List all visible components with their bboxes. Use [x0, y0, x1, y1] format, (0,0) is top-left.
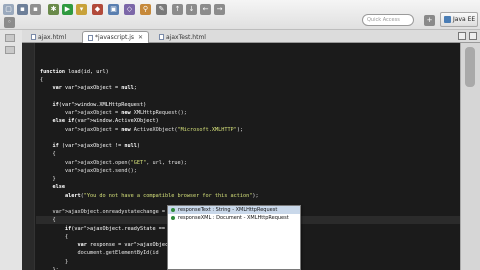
html-file-icon [159, 34, 164, 40]
code-line[interactable]: function load(id, url) [40, 68, 460, 76]
tab-ajaxtest-html[interactable]: ajaxTest.html [154, 31, 211, 43]
code-line[interactable]: var">ajaxObject.open("GET", url, true); [40, 159, 460, 167]
forward-icon[interactable]: → [214, 4, 225, 15]
run-config-icon[interactable]: ▾ [76, 4, 87, 15]
js-file-icon [88, 34, 93, 41]
code-line[interactable]: var">ajaxObject = new XMLHttpRequest(); [40, 109, 460, 117]
tab-label: *javascript.js [95, 34, 134, 41]
editor-tab-bar: ajax.html *javascript.js ✕ ajaxTest.html [22, 30, 480, 43]
tab-javascript-js[interactable]: *javascript.js ✕ [82, 31, 150, 43]
toggle-mark-icon[interactable]: ✎ [156, 4, 167, 15]
code-line[interactable]: var">ajaxObject = new ActiveXObject("Mic… [40, 126, 460, 134]
code-line[interactable]: else if(var">window.ActiveXObject) [40, 117, 460, 125]
new-project-icon[interactable]: ▣ [108, 4, 119, 15]
open-type-icon[interactable]: ◇ [124, 4, 135, 15]
minimize-icon[interactable] [458, 32, 466, 40]
autocomplete-popup[interactable]: responseText : String - XMLHttpRequest r… [167, 205, 301, 270]
autocomplete-label: responseText : String - XMLHttpRequest [178, 207, 278, 213]
scrollbar-thumb[interactable] [465, 47, 475, 87]
run-icon[interactable]: ▶ [62, 4, 73, 15]
perspective-label: Java EE [453, 16, 476, 23]
new-file-icon[interactable]: ▢ [3, 4, 14, 15]
minimized-views-strip [0, 30, 22, 270]
search-icon[interactable]: ⚲ [140, 4, 151, 15]
save-icon[interactable]: ▪ [17, 4, 28, 15]
code-line[interactable]: } [40, 175, 460, 183]
autocomplete-item[interactable]: responseText : String - XMLHttpRequest [168, 206, 300, 214]
tab-label: ajax.html [38, 33, 67, 41]
code-line[interactable]: { [40, 76, 460, 84]
tab-ajax-html[interactable]: ajax.html [26, 31, 71, 43]
code-line[interactable]: if(var">window.XMLHttpRequest) [40, 101, 460, 109]
code-line[interactable]: var var">ajaxObject = null; [40, 84, 460, 92]
java-ee-perspective-icon [444, 16, 451, 23]
main-toolbar: ▢ ▪ ▪ ✱ ▶ ▾ ◆ ▣ ◇ ⚲ ✎ ↑ ↓ ← → ◦ Quick Ac… [0, 0, 480, 30]
html-file-icon [31, 34, 36, 40]
editor-ruler [22, 43, 35, 270]
code-line[interactable]: alert("You do not have a compatible brow… [40, 192, 460, 200]
code-line[interactable]: { [40, 150, 460, 158]
vertical-scrollbar[interactable] [460, 43, 480, 270]
prev-annotation-icon[interactable]: ↑ [172, 4, 183, 15]
tab-label: ajaxTest.html [166, 33, 206, 41]
debug-icon[interactable]: ✱ [48, 4, 59, 15]
code-line[interactable]: if (var">ajaxObject != null) [40, 142, 460, 150]
perspective-button[interactable]: Java EE [440, 12, 478, 27]
field-icon [171, 216, 175, 220]
quick-access-input[interactable]: Quick Access [362, 14, 414, 26]
next-annotation-icon[interactable]: ↓ [186, 4, 197, 15]
restore-view-icon[interactable] [5, 34, 15, 42]
code-line[interactable] [40, 93, 460, 101]
back-icon[interactable]: ← [200, 4, 211, 15]
code-line[interactable]: var">ajaxObject.send(); [40, 167, 460, 175]
code-line[interactable]: else [40, 183, 460, 191]
close-tab-icon[interactable]: ✕ [138, 34, 143, 41]
pin-icon[interactable]: ◦ [4, 17, 15, 28]
open-perspective-icon[interactable]: + [424, 15, 435, 26]
project-explorer-icon[interactable] [5, 46, 15, 54]
maximize-icon[interactable] [469, 32, 477, 40]
print-icon[interactable]: ▪ [30, 4, 41, 15]
field-icon [171, 208, 175, 212]
autocomplete-item[interactable]: responseXML : Document - XMLHttpRequest [168, 214, 300, 222]
code-line[interactable] [40, 134, 460, 142]
autocomplete-label: responseXML : Document - XMLHttpRequest [178, 215, 289, 221]
external-tools-icon[interactable]: ◆ [92, 4, 103, 15]
